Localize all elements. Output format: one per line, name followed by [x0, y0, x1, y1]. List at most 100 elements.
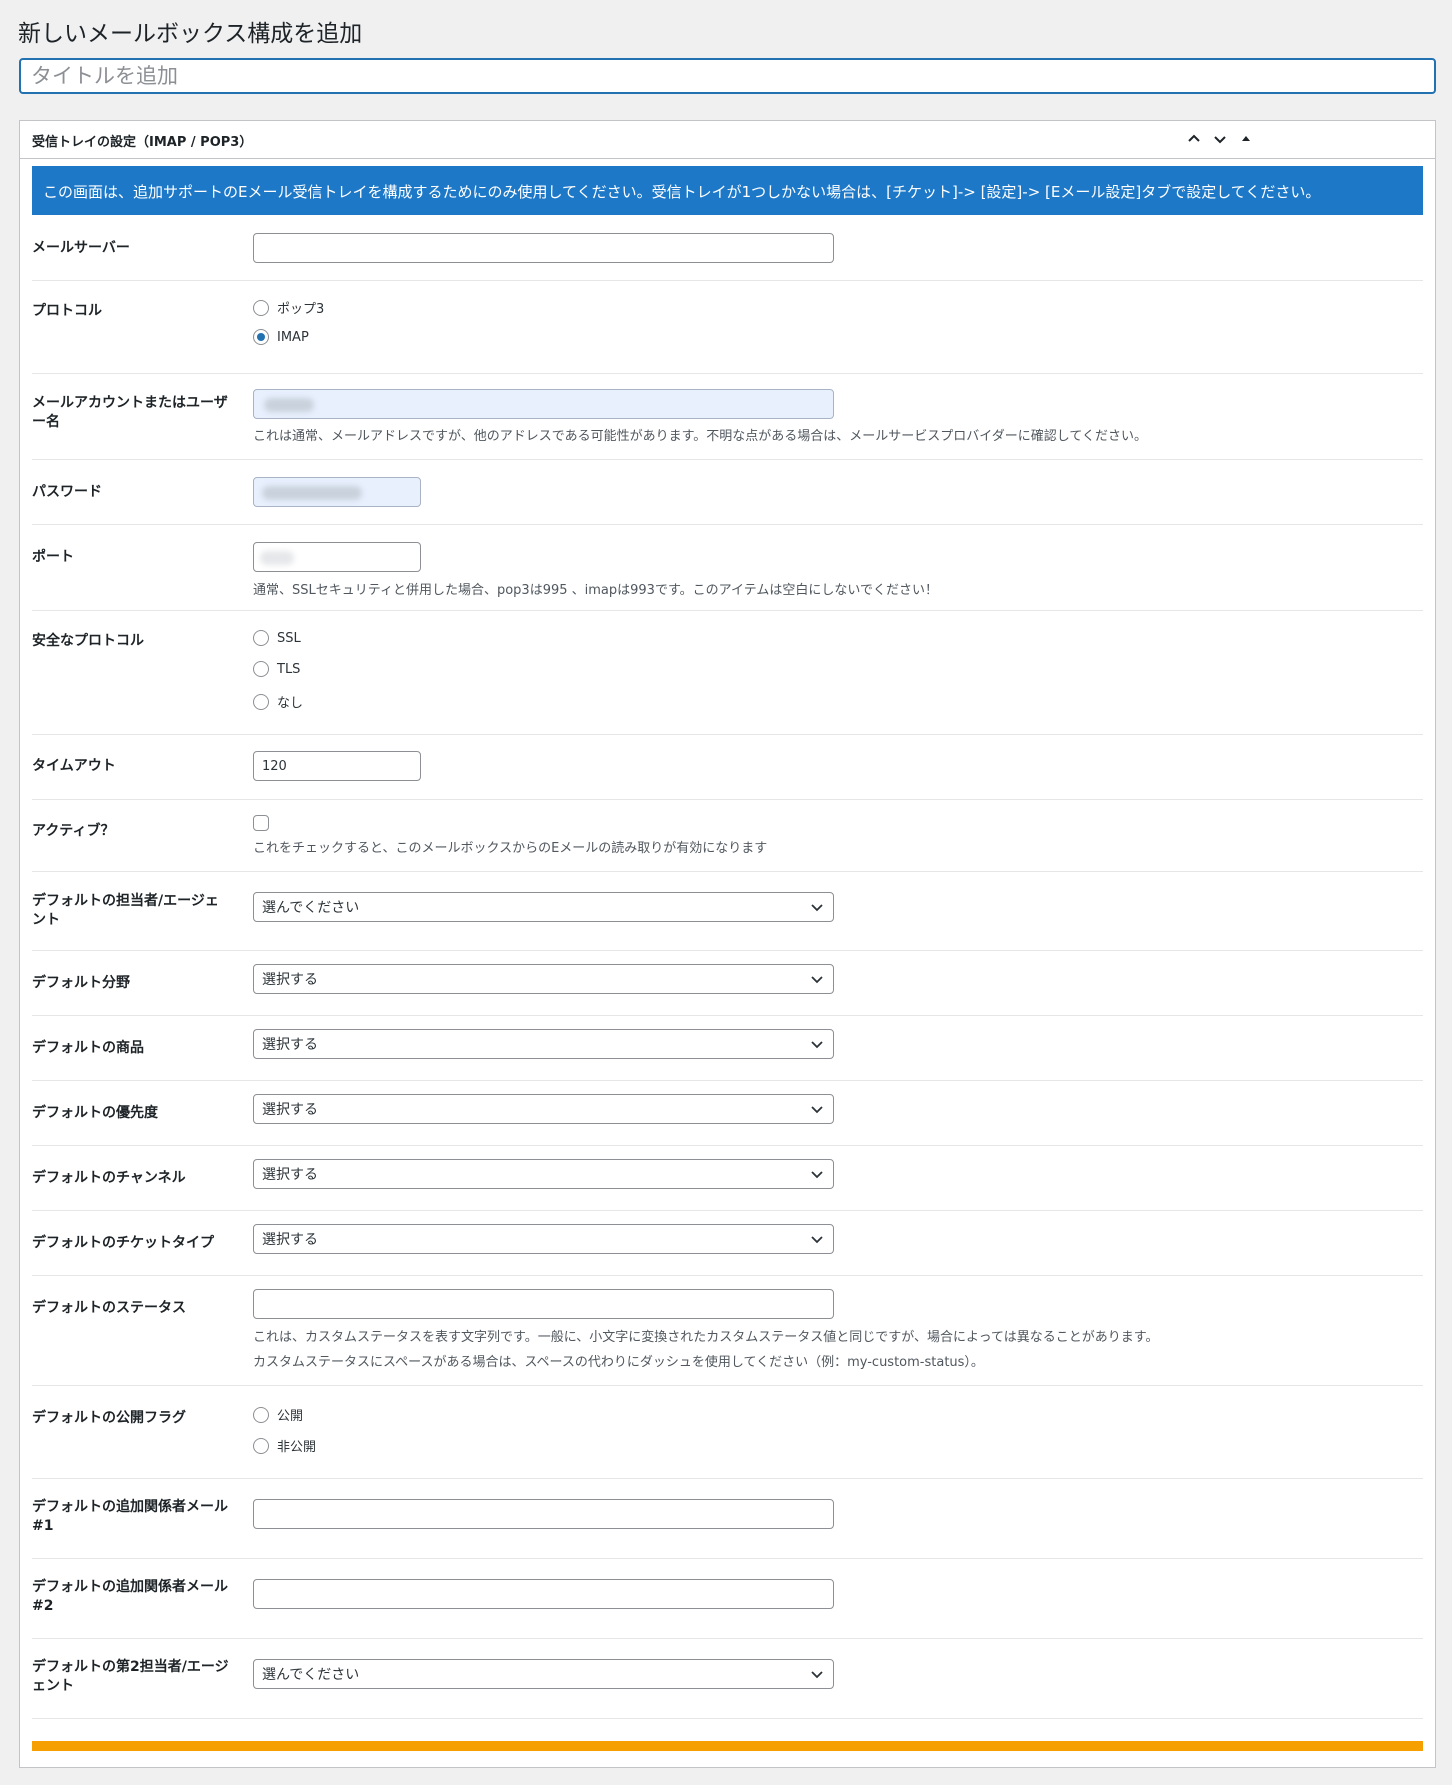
- chevron-down-icon: [811, 1106, 823, 1114]
- default-status-input[interactable]: [253, 1289, 834, 1319]
- row-active: アクティブ？ これをチェックすると、このメールボックスからのEメールの読み取りが…: [32, 799, 1423, 872]
- secure-option-ssl[interactable]: SSL: [253, 630, 301, 646]
- password-input[interactable]: [253, 477, 421, 507]
- default-agent-value: 選んでください: [262, 900, 360, 916]
- row-default-category: デフォルト分野 選択する: [32, 950, 1423, 1016]
- move-up-button[interactable]: [1182, 127, 1206, 151]
- account-description: これは通常、メールアドレスですが、他のアドレスである可能性があります。不明な点が…: [253, 429, 1148, 444]
- radio-tls-label: TLS: [277, 661, 301, 677]
- row-mail-server: メールサーバー: [32, 215, 1423, 281]
- row-default-cc-1: デフォルトの追加関係者メール#1: [32, 1478, 1423, 1559]
- radio-ssl[interactable]: [253, 630, 269, 646]
- chevron-down-icon: [811, 904, 823, 912]
- radio-public[interactable]: [253, 1406, 269, 1423]
- default-second-agent-label: デフォルトの第2担当者/エージェント: [32, 1659, 229, 1694]
- default-cc-2-input[interactable]: [253, 1579, 834, 1609]
- radio-imap-label: IMAP: [277, 329, 309, 345]
- default-agent-select[interactable]: 選んでください: [253, 892, 834, 922]
- chevron-down-icon: [1214, 136, 1226, 144]
- default-channel-value: 選択する: [262, 1167, 318, 1183]
- default-product-label: デフォルトの商品: [32, 1040, 144, 1056]
- row-port: ポート 通常、SSLセキュリティと併用した場合、pop3は995 、imapは9…: [32, 524, 1423, 611]
- default-ticket-type-label: デフォルトのチケットタイプ: [32, 1235, 214, 1251]
- default-public-flag-label: デフォルトの公開フラグ: [32, 1410, 186, 1426]
- protocol-label: プロトコル: [32, 303, 102, 319]
- radio-ssl-label: SSL: [277, 630, 301, 646]
- row-account: メールアカウントまたはユーザー名 これは通常、メールアドレスですが、他のアドレス…: [32, 373, 1423, 460]
- chevron-down-icon: [811, 1171, 823, 1179]
- default-product-select[interactable]: 選択する: [253, 1029, 834, 1059]
- radio-pop3[interactable]: [253, 299, 269, 316]
- default-ticket-type-select[interactable]: 選択する: [253, 1224, 834, 1254]
- row-default-ticket-type: デフォルトのチケットタイプ 選択する: [32, 1210, 1423, 1276]
- radio-public-label: 公開: [277, 1409, 304, 1424]
- default-category-select[interactable]: 選択する: [253, 964, 834, 994]
- row-default-public-flag: デフォルトの公開フラグ 公開 非公開: [32, 1385, 1423, 1479]
- chevron-down-icon: [811, 1671, 823, 1679]
- port-input[interactable]: [253, 542, 421, 572]
- secure-option-tls[interactable]: TLS: [253, 661, 300, 677]
- protocol-option-pop3[interactable]: ポップ3: [253, 298, 324, 317]
- chevron-up-icon: [1188, 134, 1200, 142]
- default-product-value: 選択する: [262, 1037, 318, 1053]
- default-cc-1-input[interactable]: [253, 1499, 834, 1529]
- postbox-title: 受信トレイの設定（IMAP / POP3）: [32, 135, 253, 150]
- chevron-down-icon: [811, 976, 823, 984]
- account-label: メールアカウントまたはユーザー名: [32, 395, 228, 430]
- default-agent-label: デフォルトの担当者/エージェント: [32, 893, 219, 928]
- port-label: ポート: [32, 549, 74, 565]
- info-notice: この画面は、追加サポートのEメール受信トレイを構成するためにのみ使用してください…: [32, 166, 1423, 215]
- default-category-value: 選択する: [262, 972, 318, 988]
- default-priority-value: 選択する: [262, 1102, 318, 1118]
- row-default-agent: デフォルトの担当者/エージェント 選んでください: [32, 871, 1423, 951]
- radio-private[interactable]: [253, 1437, 269, 1454]
- default-status-label: デフォルトのステータス: [32, 1300, 186, 1316]
- row-default-cc-2: デフォルトの追加関係者メール#2: [32, 1558, 1423, 1639]
- default-second-agent-value: 選んでください: [262, 1667, 360, 1683]
- default-ticket-type-value: 選択する: [262, 1232, 318, 1248]
- chevron-down-icon: [811, 1041, 823, 1049]
- default-status-description-1: これは、カスタムステータスを表す文字列です。一般に、小文字に変換されたカスタムス…: [253, 1330, 1159, 1345]
- public-flag-option-public[interactable]: 公開: [253, 1405, 303, 1424]
- secure-option-none[interactable]: なし: [253, 692, 303, 711]
- mail-server-input[interactable]: [253, 233, 834, 263]
- postbox-header: 受信トレイの設定（IMAP / POP3）: [20, 121, 1435, 159]
- public-flag-option-private[interactable]: 非公開: [253, 1436, 316, 1455]
- port-description: 通常、SSLセキュリティと併用した場合、pop3は995 、imapは993です…: [253, 583, 938, 598]
- default-priority-label: デフォルトの優先度: [32, 1105, 158, 1121]
- inbox-settings-postbox: 受信トレイの設定（IMAP / POP3） この画面は、追加サポートのEメール受…: [19, 120, 1436, 1768]
- row-default-priority: デフォルトの優先度 選択する: [32, 1080, 1423, 1146]
- chevron-down-icon: [811, 1236, 823, 1244]
- page-title: 新しいメールボックス構成を追加: [18, 21, 363, 47]
- default-channel-select[interactable]: 選択する: [253, 1159, 834, 1189]
- row-default-channel: デフォルトのチャンネル 選択する: [32, 1145, 1423, 1211]
- default-second-agent-select[interactable]: 選んでください: [253, 1659, 834, 1689]
- active-description: これをチェックすると、このメールボックスからのEメールの読み取りが有効になります: [253, 841, 768, 856]
- mail-server-label: メールサーバー: [32, 240, 130, 256]
- timeout-input[interactable]: [253, 751, 421, 781]
- radio-none-label: なし: [277, 696, 304, 711]
- account-input[interactable]: [253, 389, 834, 419]
- radio-private-label: 非公開: [277, 1440, 317, 1455]
- default-priority-select[interactable]: 選択する: [253, 1094, 834, 1124]
- toggle-panel-button[interactable]: [1234, 127, 1258, 151]
- default-cc-1-label: デフォルトの追加関係者メール#1: [32, 1499, 228, 1534]
- timeout-label: タイムアウト: [32, 758, 116, 774]
- row-password: パスワード: [32, 459, 1423, 525]
- row-default-status: デフォルトのステータス これは、カスタムステータスを表す文字列です。一般に、小文…: [32, 1275, 1423, 1386]
- default-cc-2-label: デフォルトの追加関係者メール#2: [32, 1579, 228, 1614]
- radio-tls[interactable]: [253, 661, 269, 677]
- triangle-up-icon: [1242, 136, 1250, 141]
- default-category-label: デフォルト分野: [32, 975, 130, 991]
- row-default-second-agent: デフォルトの第2担当者/エージェント 選んでください: [32, 1638, 1423, 1719]
- radio-none[interactable]: [253, 693, 269, 710]
- row-timeout: タイムアウト: [32, 734, 1423, 800]
- default-channel-label: デフォルトのチャンネル: [32, 1170, 186, 1186]
- title-input[interactable]: [19, 58, 1436, 94]
- default-status-description-2: カスタムステータスにスペースがある場合は、スペースの代わりにダッシュを使用してく…: [253, 1355, 984, 1370]
- active-checkbox[interactable]: [253, 815, 269, 831]
- protocol-option-imap[interactable]: IMAP: [253, 329, 309, 345]
- radio-pop3-label: ポップ3: [277, 302, 325, 317]
- move-down-button[interactable]: [1208, 127, 1232, 151]
- radio-imap[interactable]: [253, 329, 269, 345]
